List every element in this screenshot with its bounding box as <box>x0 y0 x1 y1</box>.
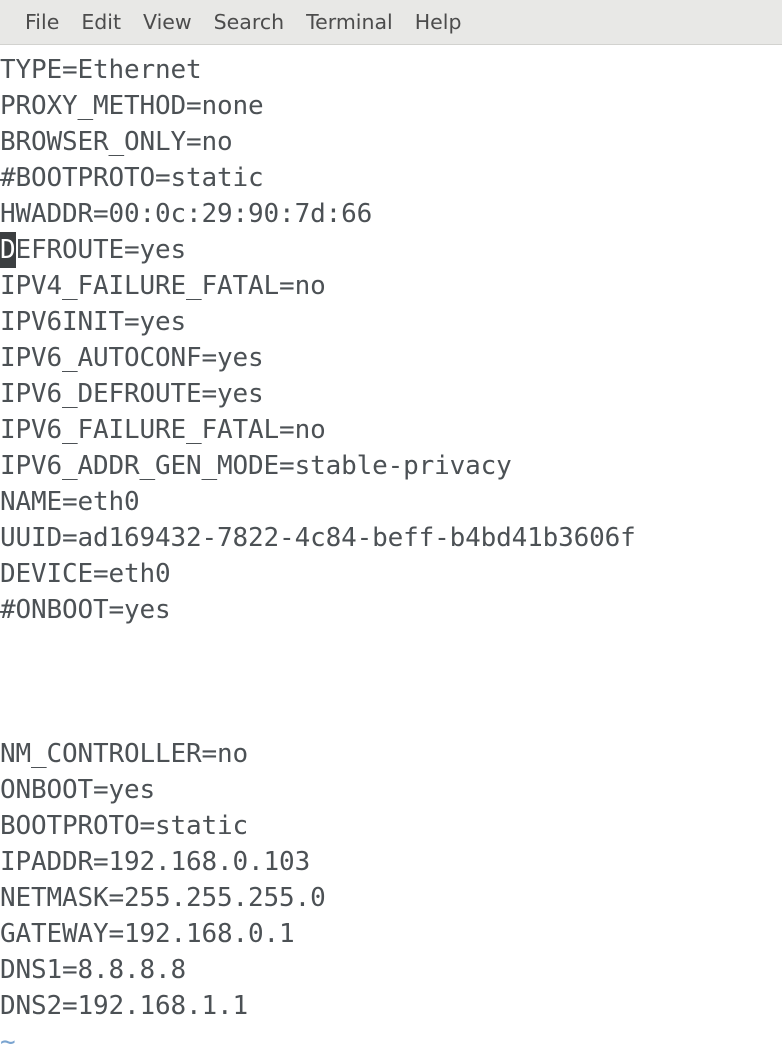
editor-line: BROWSER_ONLY=no <box>0 127 233 157</box>
editor-line: DNS2=192.168.1.1 <box>0 991 249 1021</box>
menu-item-help[interactable]: Help <box>404 10 473 35</box>
editor-line: IPV6_AUTOCONF=yes <box>0 343 264 373</box>
menu-item-edit[interactable]: Edit <box>70 10 132 35</box>
editor-line: TYPE=Ethernet <box>0 55 202 85</box>
editor-line: NAME=eth0 <box>0 487 140 517</box>
text-cursor: D <box>0 232 16 268</box>
editor-line: NM_CONTROLLER=no <box>0 739 249 769</box>
menu-item-search[interactable]: Search <box>203 10 295 35</box>
editor-line: IPV6INIT=yes <box>0 307 187 337</box>
editor-line: IPV4_FAILURE_FATAL=no <box>0 271 326 301</box>
editor-line: IPV6_FAILURE_FATAL=no <box>0 415 326 445</box>
editor-line: PROXY_METHOD=none <box>0 91 264 121</box>
editor-line: DEVICE=eth0 <box>0 559 171 589</box>
editor-text-area[interactable]: TYPE=Ethernet PROXY_METHOD=none BROWSER_ON… <box>0 52 782 1056</box>
editor-line: UUID=ad169432-7822-4c84-beff-b4bd41b3606… <box>0 523 636 553</box>
empty-line-marker: ~ <box>0 1027 16 1056</box>
editor-line: IPADDR=192.168.0.103 <box>0 847 311 877</box>
editor-line: GATEWAY=192.168.0.1 <box>0 919 295 949</box>
editor-line: #BOOTPROTO=static <box>0 163 264 193</box>
editor-line: NETMASK=255.255.255.0 <box>0 883 326 913</box>
editor-line: IPV6_DEFROUTE=yes <box>0 379 264 409</box>
menu-item-view[interactable]: View <box>132 10 203 35</box>
menu-bar: File Edit View Search Terminal Help <box>0 0 782 45</box>
editor-line: ONBOOT=yes <box>0 775 156 805</box>
editor-line: DEFROUTE=yes <box>0 232 782 268</box>
terminal-body[interactable]: TYPE=Ethernet PROXY_METHOD=none BROWSER_ON… <box>0 45 782 1056</box>
editor-line: BOOTPROTO=static <box>0 811 249 841</box>
editor-line: DNS1=8.8.8.8 <box>0 955 187 985</box>
menu-item-terminal[interactable]: Terminal <box>295 10 404 35</box>
editor-line: HWADDR=00:0c:29:90:7d:66 <box>0 199 373 229</box>
editor-line-text: EFROUTE=yes <box>15 235 187 265</box>
menu-item-file[interactable]: File <box>14 10 70 35</box>
editor-line: #ONBOOT=yes <box>0 595 171 625</box>
editor-line: IPV6_ADDR_GEN_MODE=stable-privacy <box>0 451 512 481</box>
